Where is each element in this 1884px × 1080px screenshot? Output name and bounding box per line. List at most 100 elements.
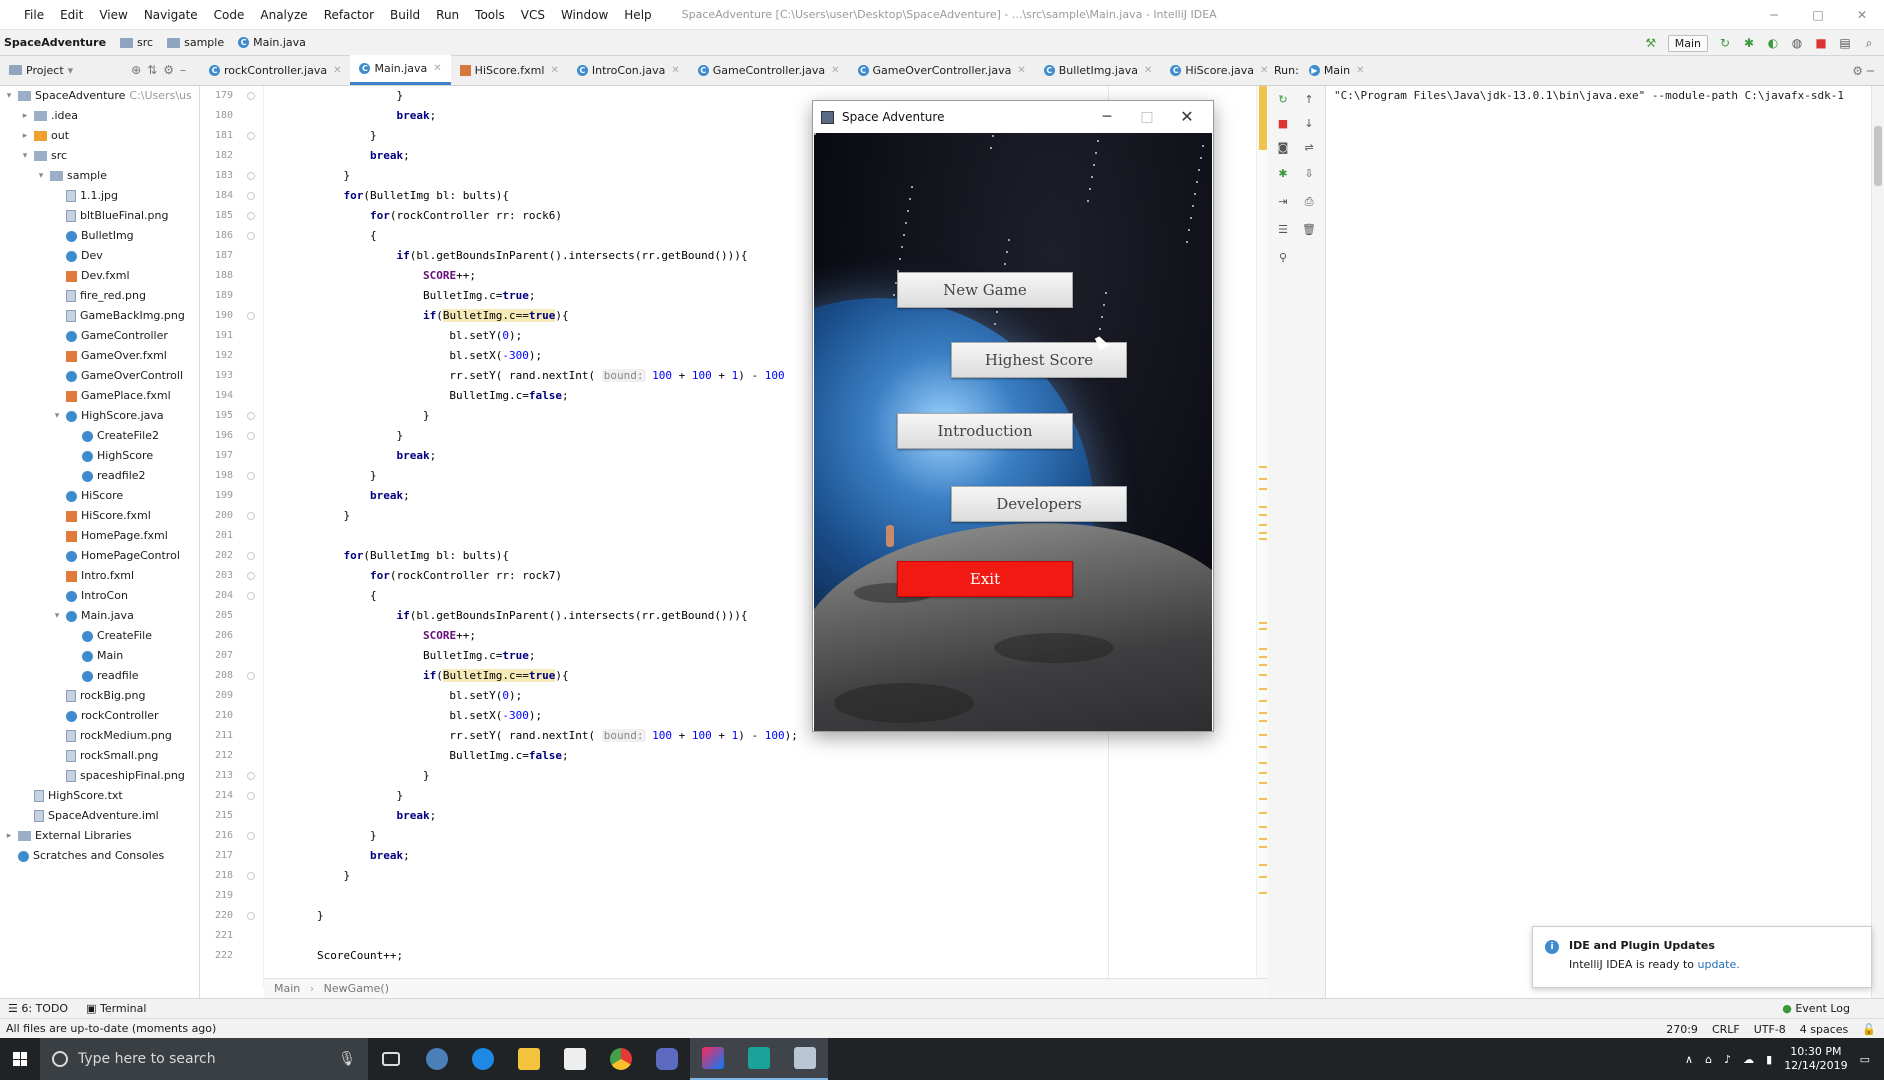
- tree-item[interactable]: HomePage.fxml: [0, 526, 199, 546]
- todo-tab[interactable]: ☰ 6: TODO: [8, 1002, 68, 1015]
- stop-icon[interactable]: ■: [1814, 36, 1828, 50]
- warning-mark[interactable]: [1259, 538, 1267, 540]
- tree-item[interactable]: Scratches and Consoles: [0, 846, 199, 866]
- fold-marker-icon[interactable]: [247, 592, 255, 600]
- warning-mark[interactable]: [1259, 478, 1267, 480]
- expand-arrow-icon[interactable]: ▸: [20, 126, 30, 146]
- task-view-icon[interactable]: [368, 1038, 414, 1080]
- camera-icon[interactable]: ◙: [1276, 142, 1290, 154]
- line-number[interactable]: 181: [200, 126, 263, 146]
- menu-refactor[interactable]: Refactor: [316, 0, 382, 30]
- expand-arrow-icon[interactable]: ▾: [4, 86, 14, 106]
- stop-icon[interactable]: ■: [1276, 118, 1290, 130]
- tree-item[interactable]: ▾ SpaceAdventure C:\Users\us: [0, 86, 199, 106]
- minimize-icon[interactable]: ─: [1752, 0, 1796, 30]
- tree-item[interactable]: HiScore.fxml: [0, 506, 199, 526]
- tree-item[interactable]: fire_red.png: [0, 286, 199, 306]
- code-line[interactable]: }: [264, 866, 1264, 886]
- fold-marker-icon[interactable]: [247, 792, 255, 800]
- breadcrumb-src[interactable]: src: [120, 36, 153, 49]
- code-line[interactable]: [264, 926, 1264, 946]
- line-number[interactable]: 222: [200, 946, 263, 966]
- warning-mark[interactable]: [1259, 664, 1267, 666]
- line-number[interactable]: 200: [200, 506, 263, 526]
- line-number[interactable]: 190: [200, 306, 263, 326]
- warning-mark[interactable]: [1259, 674, 1267, 676]
- console-output[interactable]: "C:\Program Files\Java\jdk-13.0.1\bin\ja…: [1326, 86, 1871, 998]
- editor-tab[interactable]: C GameOverController.java ✕: [849, 55, 1035, 85]
- scrollbar-thumb[interactable]: [1874, 126, 1882, 186]
- breadcrumb-sample[interactable]: sample: [167, 36, 224, 49]
- tree-item[interactable]: 1.1.jpg: [0, 186, 199, 206]
- warning-mark[interactable]: [1259, 798, 1267, 800]
- fold-marker-icon[interactable]: [247, 772, 255, 780]
- print-icon[interactable]: ⎙: [1302, 196, 1316, 208]
- code-line[interactable]: break;: [264, 846, 1264, 866]
- line-number[interactable]: 186: [200, 226, 263, 246]
- warning-mark[interactable]: [1259, 648, 1267, 650]
- menu-edit[interactable]: Edit: [52, 0, 91, 30]
- tree-item[interactable]: GameBackImg.png: [0, 306, 199, 326]
- exit-icon[interactable]: ⇥: [1276, 196, 1290, 208]
- notifications-icon[interactable]: ▭: [1860, 1053, 1870, 1066]
- line-separator[interactable]: CRLF: [1712, 1023, 1740, 1036]
- breadcrumb-file[interactable]: C Main.java: [238, 36, 306, 49]
- app-icon-terminal[interactable]: [736, 1038, 782, 1080]
- close-tab-icon[interactable]: ✕: [1144, 65, 1152, 76]
- tree-item[interactable]: ▾ src: [0, 146, 199, 166]
- line-number[interactable]: 201: [200, 526, 263, 546]
- close-tab-icon[interactable]: ✕: [1017, 65, 1025, 76]
- close-tab-icon[interactable]: ✕: [550, 65, 558, 76]
- fold-marker-icon[interactable]: [247, 132, 255, 140]
- start-button[interactable]: [0, 1038, 40, 1080]
- microphone-icon[interactable]: 🎙: [338, 1051, 356, 1067]
- expand-arrow-icon[interactable]: ▾: [20, 146, 30, 166]
- editor-tab[interactable]: C GameController.java ✕: [689, 55, 849, 85]
- up-icon[interactable]: ↑: [1302, 94, 1316, 106]
- tree-item[interactable]: GameOver.fxml: [0, 346, 199, 366]
- line-number[interactable]: 193: [200, 366, 263, 386]
- fold-marker-icon[interactable]: [247, 92, 255, 100]
- layout-icon[interactable]: ☰: [1276, 224, 1290, 236]
- volume-icon[interactable]: ♪: [1724, 1053, 1731, 1066]
- tree-item[interactable]: HomePageControl: [0, 546, 199, 566]
- fold-marker-icon[interactable]: [247, 412, 255, 420]
- close-icon[interactable]: ✕: [1840, 0, 1884, 30]
- editor-tab[interactable]: C IntroCon.java ✕: [568, 55, 689, 85]
- code-line[interactable]: [264, 886, 1264, 906]
- menu-file[interactable]: File: [16, 0, 52, 30]
- indent-setting[interactable]: 4 spaces: [1800, 1023, 1849, 1036]
- line-number[interactable]: 206: [200, 626, 263, 646]
- tree-item[interactable]: rockMedium.png: [0, 726, 199, 746]
- line-number[interactable]: 197: [200, 446, 263, 466]
- warning-mark[interactable]: [1259, 712, 1267, 714]
- project-view-select[interactable]: Project ▾: [0, 55, 82, 85]
- code-line[interactable]: BulletImg.c=false;: [264, 746, 1264, 766]
- tree-item[interactable]: HighScore.txt: [0, 786, 199, 806]
- warning-mark[interactable]: [1259, 514, 1267, 516]
- line-number[interactable]: 185: [200, 206, 263, 226]
- fold-marker-icon[interactable]: [247, 872, 255, 880]
- event-log-tab[interactable]: ● Event Log: [1782, 1002, 1850, 1015]
- warning-mark[interactable]: [1259, 864, 1267, 866]
- menu-tools[interactable]: Tools: [467, 0, 513, 30]
- developers-button[interactable]: Developers: [951, 486, 1127, 522]
- tree-item[interactable]: ▸ out: [0, 126, 199, 146]
- warning-mark[interactable]: [1259, 746, 1267, 748]
- warning-mark[interactable]: [1259, 734, 1267, 736]
- close-tab-icon[interactable]: ✕: [671, 65, 679, 76]
- line-number[interactable]: 204: [200, 586, 263, 606]
- menu-vcs[interactable]: VCS: [513, 0, 553, 30]
- tree-item[interactable]: ▾ HighScore.java: [0, 406, 199, 426]
- editor-error-stripe[interactable]: [1256, 86, 1268, 986]
- tree-item[interactable]: readfile2: [0, 466, 199, 486]
- expand-arrow-icon[interactable]: ▾: [36, 166, 46, 186]
- rerun-icon[interactable]: ↻: [1276, 94, 1290, 106]
- chrome-icon[interactable]: [598, 1038, 644, 1080]
- tree-item[interactable]: HiScore: [0, 486, 199, 506]
- menu-code[interactable]: Code: [206, 0, 253, 30]
- line-number[interactable]: 196: [200, 426, 263, 446]
- warning-mark[interactable]: [1259, 466, 1267, 468]
- debug-icon[interactable]: ✱: [1742, 36, 1756, 50]
- close-tab-icon[interactable]: ✕: [831, 65, 839, 76]
